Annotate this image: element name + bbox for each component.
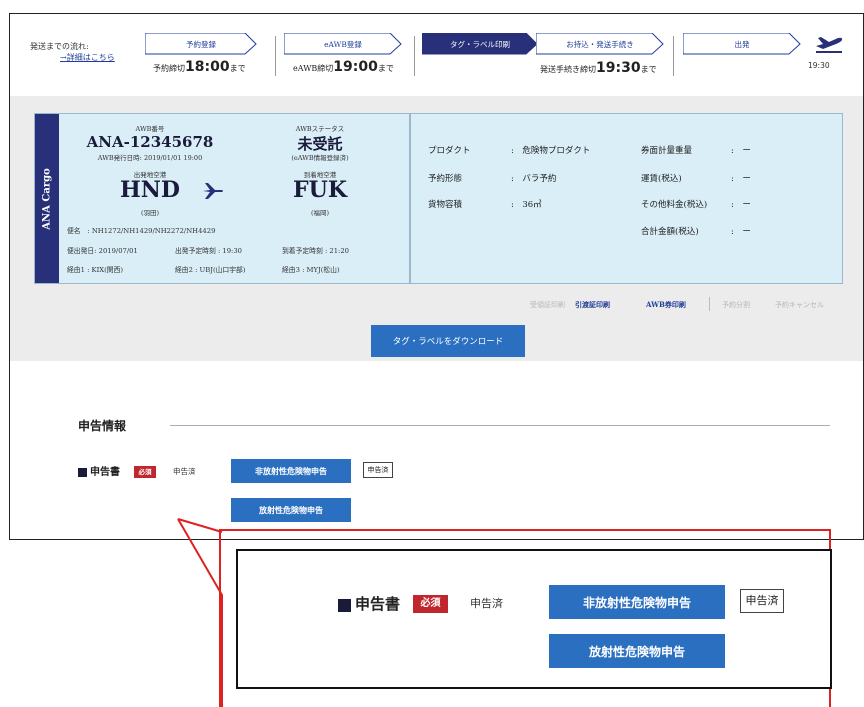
- declared-status: 申告済: [470, 597, 503, 610]
- zoomed-declaration-panel: 申告書 必須 申告済 非放射性危険物申告 申告済 放射性危険物申告: [236, 549, 832, 689]
- non-radioactive-declaration-button[interactable]: 非放射性危険物申告: [549, 585, 725, 619]
- declared-box: 申告済: [740, 589, 784, 613]
- radioactive-declaration-button[interactable]: 放射性危険物申告: [549, 634, 725, 668]
- bullet-square-icon: [338, 598, 351, 612]
- declaration-doc-label: 申告書: [338, 593, 400, 614]
- doc-label-text: 申告書: [355, 595, 401, 613]
- required-badge: 必須: [413, 595, 448, 613]
